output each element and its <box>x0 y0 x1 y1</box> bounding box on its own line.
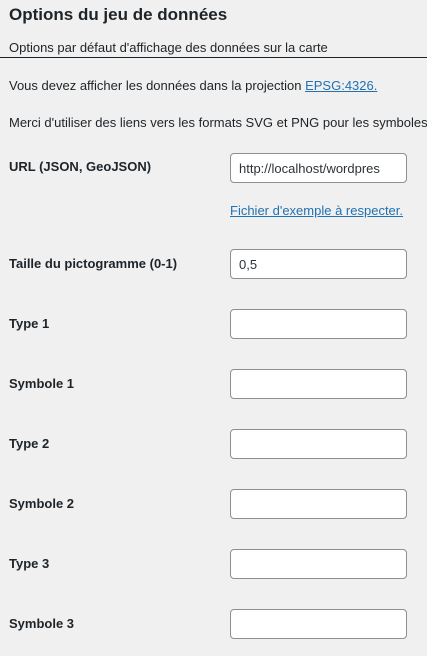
symbol1-label: Symbole 1 <box>9 376 75 391</box>
projection-notice: Vous devez afficher les données dans la … <box>9 78 377 94</box>
dataset-options-panel: Options du jeu de données Options par dé… <box>0 0 427 656</box>
icon-size-label: Taille du pictogramme (0-1) <box>9 256 178 271</box>
projection-notice-text: Vous devez afficher les données dans la … <box>9 78 306 93</box>
symbol3-input[interactable] <box>230 609 407 639</box>
example-file-link[interactable]: Fichier d'exemple à respecter. <box>230 203 403 219</box>
url-label: URL (JSON, GeoJSON) <box>9 159 152 174</box>
type1-label: Type 1 <box>9 316 50 331</box>
symbol1-input[interactable] <box>230 369 407 399</box>
symbol2-input[interactable] <box>230 489 407 519</box>
type2-input[interactable] <box>230 429 407 459</box>
section-title: Options du jeu de données <box>9 5 228 24</box>
symbol2-label: Symbole 2 <box>9 496 75 511</box>
section-subtitle: Options par défaut d'affichage des donné… <box>9 40 328 55</box>
type1-input[interactable] <box>230 309 407 339</box>
section-divider <box>0 57 427 58</box>
type3-label: Type 3 <box>9 556 50 571</box>
url-input[interactable] <box>230 153 407 183</box>
symbols-notice: Merci d'utiliser des liens vers les form… <box>9 115 427 130</box>
type2-label: Type 2 <box>9 436 50 451</box>
icon-size-input[interactable] <box>230 249 407 279</box>
symbol3-label: Symbole 3 <box>9 616 75 631</box>
type3-input[interactable] <box>230 549 407 579</box>
epsg-link[interactable]: EPSG:4326. <box>305 78 377 93</box>
